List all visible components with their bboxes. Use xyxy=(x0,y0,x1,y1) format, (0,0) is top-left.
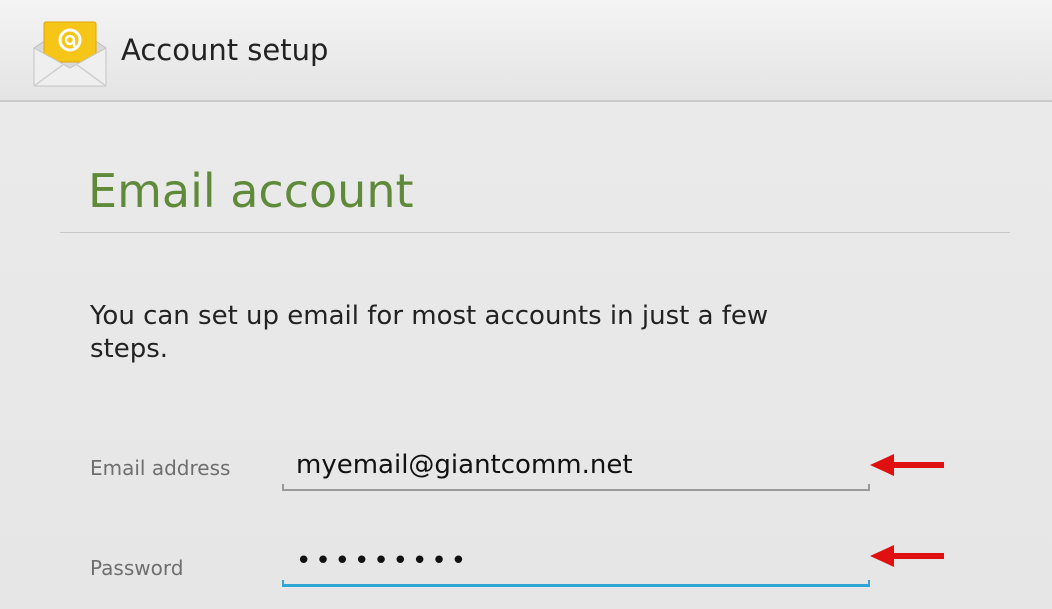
email-address-label: Email address xyxy=(90,456,231,480)
password-label: Password xyxy=(90,556,184,580)
password-underline-focused xyxy=(282,580,870,587)
heading-divider xyxy=(60,232,1010,233)
password-field[interactable]: ••••••••• xyxy=(296,548,470,574)
red-left-arrow-icon xyxy=(870,545,944,567)
email-address-field[interactable]: myemail@giantcomm.net xyxy=(296,452,633,478)
email-address-underline xyxy=(282,484,870,491)
red-left-arrow-icon xyxy=(870,454,944,476)
action-bar-title: Account setup xyxy=(121,33,329,67)
email-app-icon[interactable] xyxy=(30,20,110,90)
page-title: Email account xyxy=(88,164,414,218)
intro-text: You can set up email for most accounts i… xyxy=(90,301,769,364)
action-bar: Account setup xyxy=(0,0,1052,102)
